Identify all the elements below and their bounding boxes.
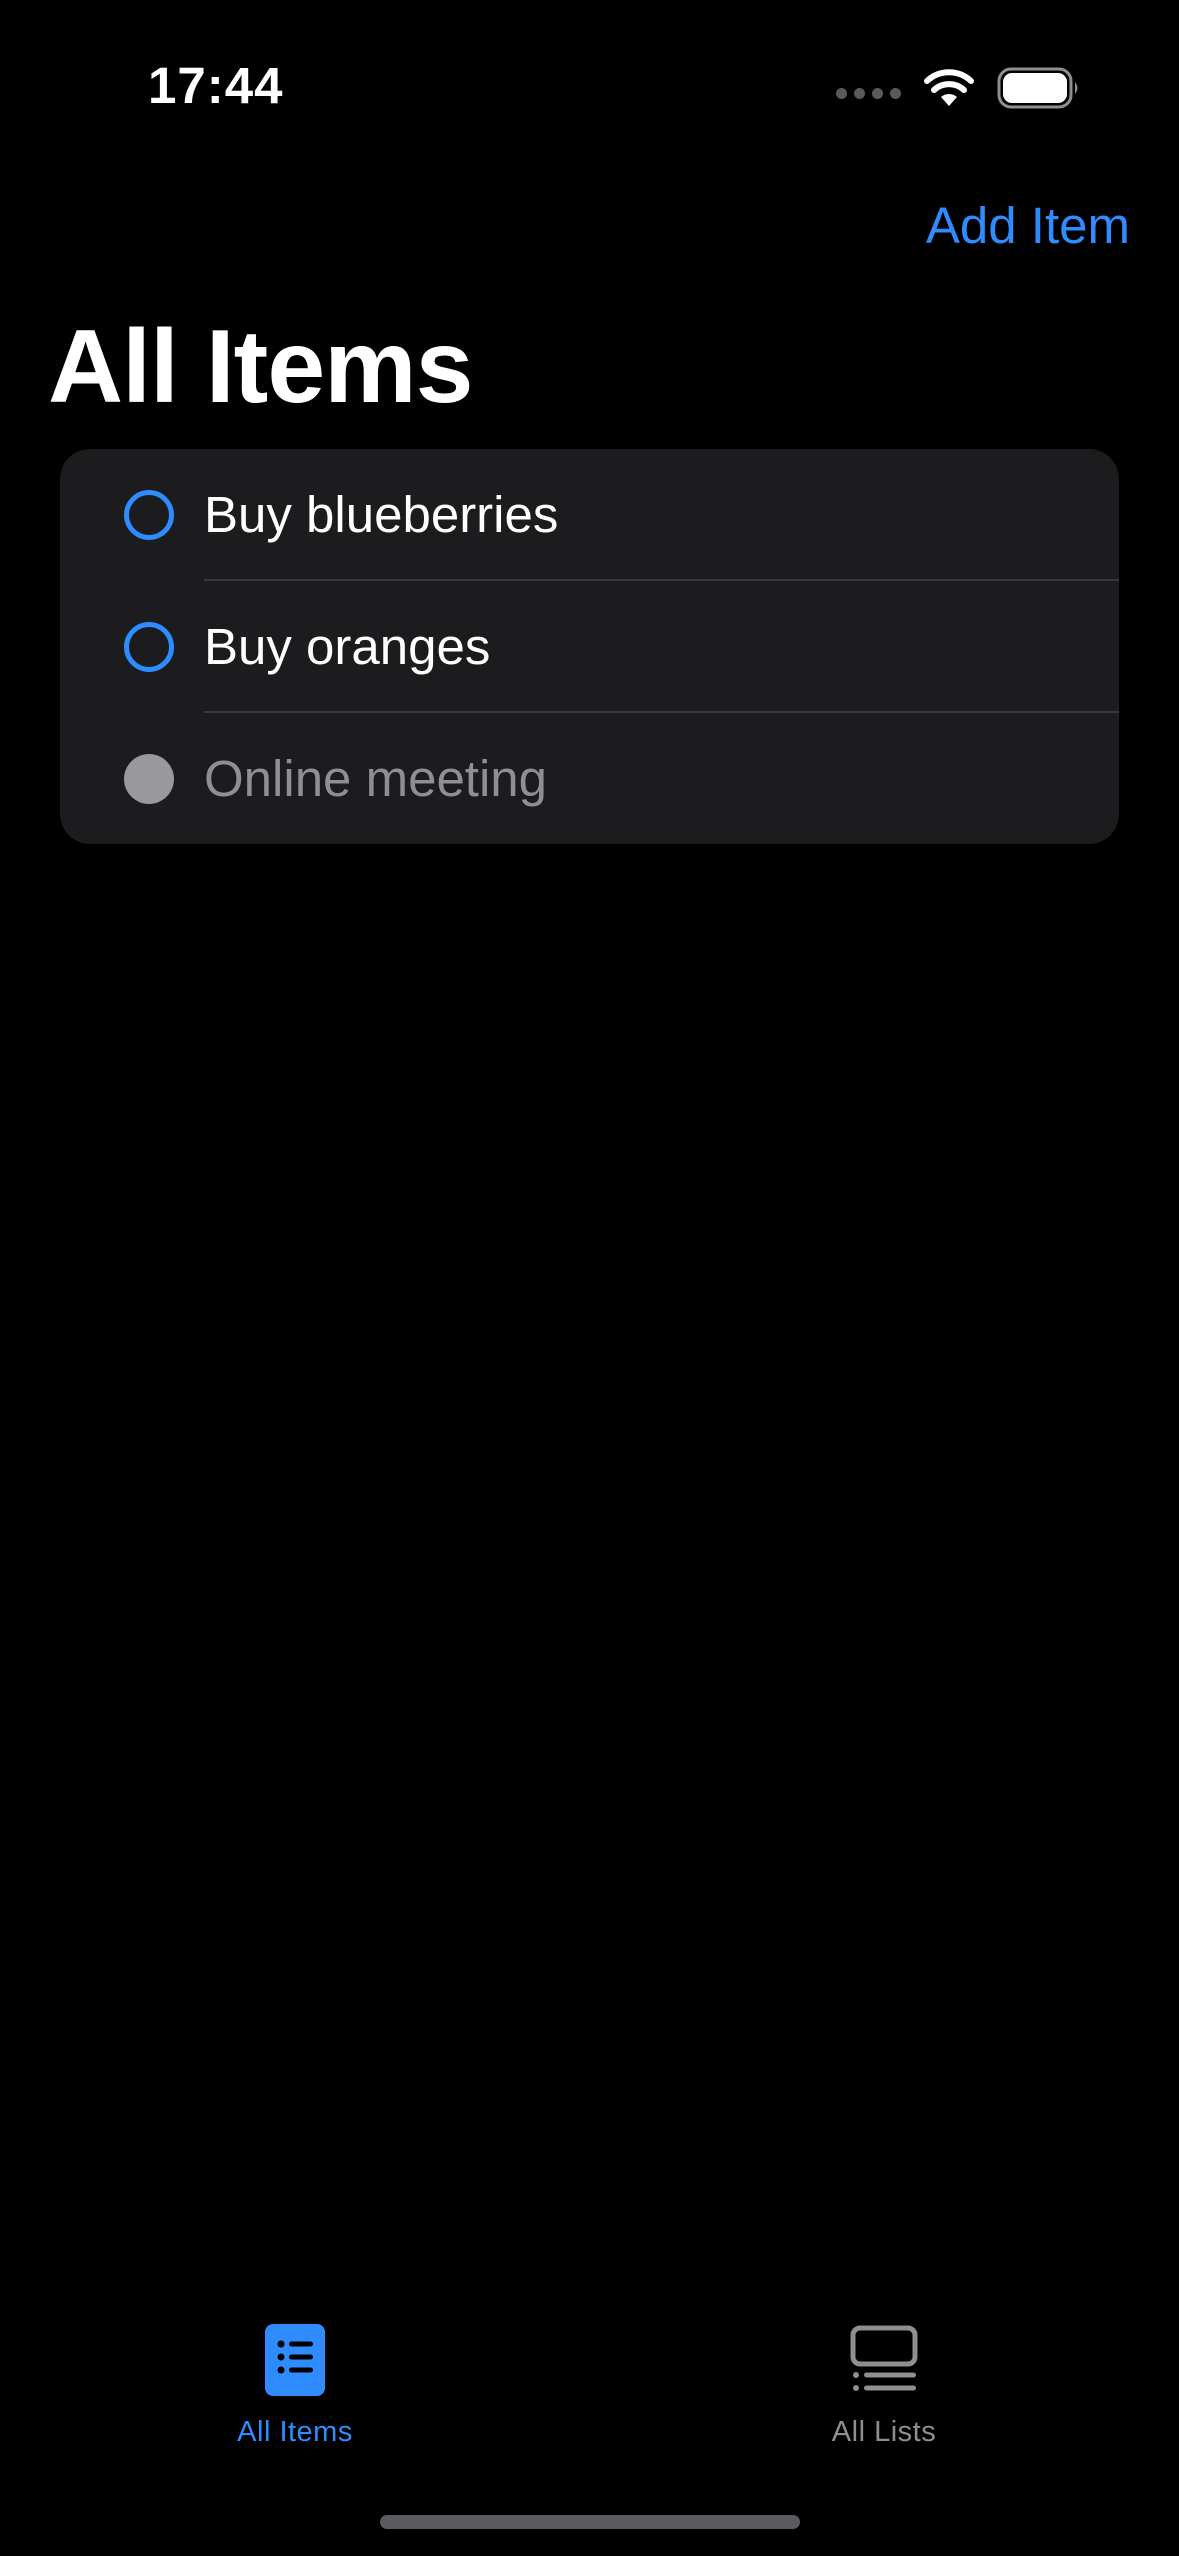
status-time: 17:44 [148,57,284,114]
filled-circle-checkbox-icon[interactable] [124,754,174,804]
wifi-icon [923,68,975,108]
tab-all-lists[interactable]: All Lists [764,2322,1004,2449]
list-item[interactable]: Online meeting [60,713,1119,844]
home-indicator[interactable] [380,2515,800,2529]
circle-checkbox-icon[interactable] [124,622,174,672]
page-title: All Items [48,309,473,425]
items-list: Buy blueberries Buy oranges Online meeti… [60,449,1119,844]
status-icons [836,64,1081,112]
list-item[interactable]: Buy blueberries [60,449,1119,581]
item-label: Buy oranges [204,618,491,675]
tab-label: All Lists [831,2416,937,2448]
item-label: Online meeting [204,750,548,807]
rectangle-list-icon [764,2322,1004,2396]
cellular-signal-icon [836,87,901,99]
tab-all-items[interactable]: All Items [175,2322,415,2449]
item-label: Buy blueberries [204,486,559,543]
list-item[interactable]: Buy oranges [60,581,1119,713]
add-item-button[interactable]: Add Item [926,196,1130,255]
battery-icon [997,67,1081,109]
list-bullet-icon [175,2322,415,2396]
tab-label: All Items [237,2416,353,2448]
circle-checkbox-icon[interactable] [124,490,174,540]
